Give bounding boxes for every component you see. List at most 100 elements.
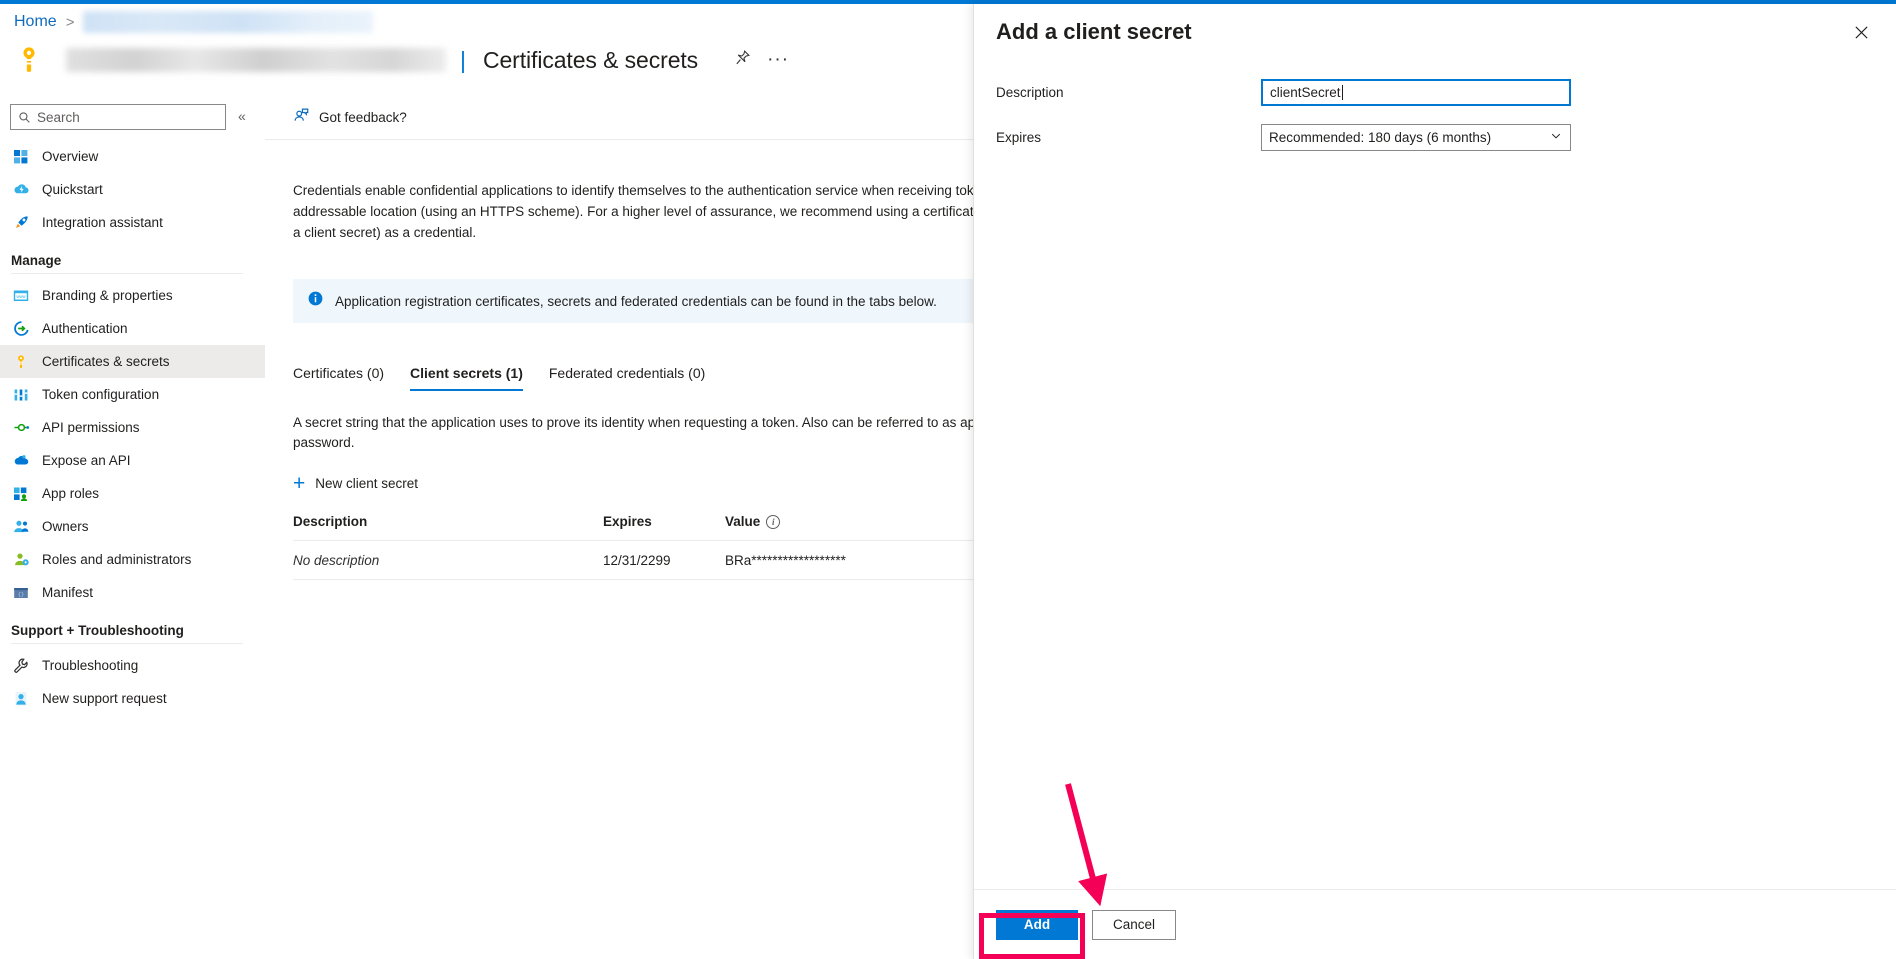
sidebar-item-label: Manifest	[42, 585, 93, 600]
info-circle-icon[interactable]: i	[766, 515, 780, 529]
svg-text:www: www	[16, 294, 26, 299]
close-icon[interactable]	[1848, 19, 1874, 45]
breadcrumb-home-link[interactable]: Home	[14, 13, 57, 31]
search-input[interactable]: Search	[10, 104, 226, 130]
branding-icon: www	[12, 287, 30, 305]
sidebar-item-label: New support request	[42, 691, 167, 706]
sidebar: Search « Overview	[0, 96, 265, 959]
cancel-button[interactable]: Cancel	[1092, 910, 1176, 940]
sidebar-item-roles-and-administrators[interactable]: Roles and administrators	[0, 543, 265, 576]
sidebar-item-expose-an-api[interactable]: Expose an API	[0, 444, 265, 477]
tab-description: A secret string that the application use…	[293, 413, 1053, 453]
overview-icon	[12, 148, 30, 166]
panel-title: Add a client secret	[996, 19, 1192, 45]
sidebar-item-label: App roles	[42, 486, 99, 501]
info-banner-text: Application registration certificates, s…	[335, 294, 937, 309]
panel-footer: Add Cancel	[974, 889, 1896, 959]
sidebar-group-title-manage: Manage	[0, 239, 265, 273]
support-person-icon	[12, 690, 30, 708]
form-row-expires: Expires Recommended: 180 days (6 months)	[996, 117, 1874, 157]
sidebar-item-authentication[interactable]: Authentication	[0, 312, 265, 345]
form-row-description: Description clientSecret	[996, 72, 1874, 112]
description-input[interactable]: clientSecret	[1261, 79, 1571, 106]
api-permissions-icon	[12, 419, 30, 437]
feedback-person-icon	[293, 107, 310, 129]
expires-select-value: Recommended: 180 days (6 months)	[1269, 130, 1491, 145]
got-feedback-button[interactable]: Got feedback?	[293, 107, 407, 129]
sidebar-item-manifest[interactable]: {} Manifest	[0, 576, 265, 609]
sidebar-item-label: Integration assistant	[42, 215, 163, 230]
sidebar-item-troubleshooting[interactable]: Troubleshooting	[0, 649, 265, 682]
sidebar-item-token-configuration[interactable]: Token configuration	[0, 378, 265, 411]
sidebar-item-label: Owners	[42, 519, 89, 534]
owners-icon	[12, 518, 30, 536]
sidebar-item-quickstart[interactable]: Quickstart	[0, 173, 265, 206]
sidebar-item-api-permissions[interactable]: API permissions	[0, 411, 265, 444]
token-icon	[12, 386, 30, 404]
collapse-sidebar-button[interactable]: «	[238, 108, 246, 124]
pin-icon[interactable]	[734, 49, 751, 71]
page-title-row: | Certificates & secrets ···	[12, 38, 1012, 82]
rocket-icon	[12, 214, 30, 232]
tab-federated-credentials[interactable]: Federated credentials (0)	[549, 365, 705, 391]
ellipsis-icon[interactable]: ···	[767, 55, 789, 65]
add-button[interactable]: Add	[996, 910, 1078, 940]
expose-api-icon	[12, 452, 30, 470]
column-header-value-label: Value	[725, 514, 760, 529]
sidebar-item-overview[interactable]: Overview	[0, 140, 265, 173]
sidebar-item-label: Authentication	[42, 321, 128, 336]
tab-client-secrets[interactable]: Client secrets (1)	[410, 365, 523, 391]
column-header-description: Description	[293, 514, 603, 529]
tab-certificates[interactable]: Certificates (0)	[293, 365, 384, 391]
panel-header: Add a client secret	[974, 4, 1896, 60]
title-separator: |	[460, 47, 466, 74]
sidebar-item-label: Troubleshooting	[42, 658, 138, 673]
secrets-tabs: Certificates (0) Client secrets (1) Fede…	[293, 359, 1053, 391]
sidebar-item-label: Certificates & secrets	[42, 354, 170, 369]
key-icon	[12, 353, 30, 371]
cell-description: No description	[293, 553, 603, 568]
expires-label: Expires	[996, 130, 1261, 145]
sidebar-nav-list: Overview Quickstart	[0, 140, 265, 715]
sidebar-item-label: Token configuration	[42, 387, 159, 402]
sidebar-item-label: API permissions	[42, 420, 140, 435]
info-icon	[307, 290, 324, 312]
sidebar-item-label: Roles and administrators	[42, 552, 191, 567]
manifest-icon: {}	[12, 584, 30, 602]
breadcrumb: Home >	[14, 8, 373, 36]
got-feedback-label: Got feedback?	[319, 110, 407, 125]
key-icon	[12, 43, 46, 77]
sidebar-item-certificates-secrets[interactable]: Certificates & secrets	[0, 345, 265, 378]
breadcrumb-redacted-item[interactable]	[83, 11, 373, 33]
wrench-icon	[12, 657, 30, 675]
sidebar-item-branding-properties[interactable]: www Branding & properties	[0, 279, 265, 312]
new-client-secret-button[interactable]: + New client secret	[293, 475, 473, 492]
authentication-icon	[12, 320, 30, 338]
sidebar-group-divider	[11, 273, 243, 274]
description-input-value: clientSecret	[1270, 85, 1341, 100]
sidebar-item-app-roles[interactable]: App roles	[0, 477, 265, 510]
panel-form: Description clientSecret Expires Recomme…	[974, 72, 1896, 162]
sidebar-item-label: Overview	[42, 149, 98, 164]
sidebar-item-label: Quickstart	[42, 182, 103, 197]
search-placeholder: Search	[37, 110, 80, 125]
sidebar-group-divider	[11, 643, 243, 644]
app-roles-icon	[12, 485, 30, 503]
chevron-down-icon	[1550, 130, 1562, 145]
description-label: Description	[996, 85, 1261, 100]
column-header-expires: Expires	[603, 514, 725, 529]
azure-portal-page: Home > | Certificates & secrets ··	[0, 0, 1896, 959]
expires-select[interactable]: Recommended: 180 days (6 months)	[1261, 124, 1571, 151]
roles-admin-icon	[12, 551, 30, 569]
text-caret	[1342, 85, 1343, 100]
info-banner: Application registration certificates, s…	[293, 279, 1053, 323]
new-client-secret-label: New client secret	[315, 476, 418, 491]
sidebar-item-owners[interactable]: Owners	[0, 510, 265, 543]
sidebar-item-integration-assistant[interactable]: Integration assistant	[0, 206, 265, 239]
cell-expires: 12/31/2299	[603, 553, 725, 568]
quickstart-cloud-icon	[12, 181, 30, 199]
sidebar-item-label: Branding & properties	[42, 288, 173, 303]
search-icon	[18, 111, 31, 124]
sidebar-item-new-support-request[interactable]: New support request	[0, 682, 265, 715]
breadcrumb-separator: >	[66, 14, 75, 31]
